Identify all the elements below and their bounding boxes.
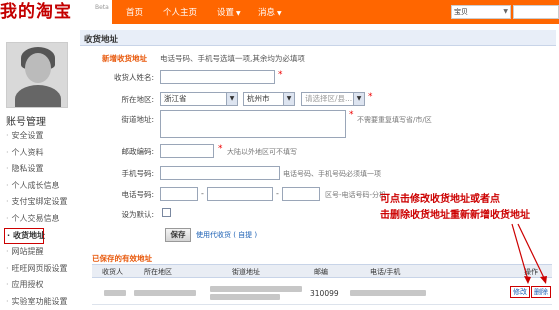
required-mark: *	[368, 92, 373, 102]
section-header: 收货地址	[80, 30, 556, 46]
col-receiver: 收货人	[102, 268, 123, 276]
col-phone: 电话/手机	[370, 268, 401, 276]
sidebar: 账号管理 安全设置 个人资料 隐私设置 个人成长信息 支付宝绑定设置 个人交易信…	[0, 28, 76, 310]
default-checkbox[interactable]	[162, 208, 171, 217]
new-address-hint: 电话号码、手机号选填一项,其余均为必填项	[160, 54, 305, 63]
district-select[interactable]: 请选择区/县... ▼	[301, 92, 365, 106]
col-zip: 邮编	[314, 268, 328, 276]
chevron-down-icon: ▼	[226, 93, 237, 105]
district-placeholder: 请选择区/县...	[305, 94, 353, 103]
required-mark: *	[349, 110, 354, 120]
required-mark: *	[218, 144, 223, 154]
new-address-title: 新增收货地址	[102, 54, 147, 63]
nav-profile[interactable]: 个人主页	[163, 6, 197, 18]
page-title: 收货地址	[84, 35, 119, 45]
chevron-down-icon: ▼	[283, 93, 294, 105]
save-button[interactable]: 保存	[165, 228, 191, 242]
chevron-down-icon: ▼	[236, 10, 241, 17]
annotation-text-line2: 击删除收货地址重新新增收货地址	[380, 210, 530, 221]
sidebar-item-alipay[interactable]: 支付宝绑定设置	[6, 194, 68, 211]
sidebar-item-trade-info[interactable]: 个人交易信息	[6, 211, 68, 228]
avatar[interactable]	[6, 42, 68, 108]
address-table-header: 收货人 所在地区 街道地址 邮编 电话/手机 操作	[92, 264, 552, 278]
street-label: 街道地址:	[121, 115, 154, 124]
city-value: 杭州市	[247, 94, 270, 103]
chevron-down-icon: ▼	[353, 93, 364, 105]
sidebar-item-apps[interactable]: 应用授权	[6, 277, 68, 294]
saved-address-title: 已保存的有效地址	[92, 254, 152, 263]
name-field[interactable]	[160, 70, 275, 84]
phone-dash: -	[201, 189, 204, 198]
redacted-name	[104, 290, 126, 296]
city-select[interactable]: 杭州市 ▼	[243, 92, 295, 106]
chevron-down-icon: ▼	[503, 8, 508, 15]
chevron-down-icon: ▼	[277, 10, 282, 17]
redacted-phone	[350, 290, 426, 296]
sidebar-item-reminders[interactable]: 网站提醒	[6, 244, 68, 261]
edit-button[interactable]: 修改	[510, 286, 530, 298]
redacted-region	[134, 290, 196, 296]
nav-messages[interactable]: 消息 ▼	[258, 6, 282, 18]
row-zip: 310099	[310, 289, 339, 298]
mobile-field[interactable]	[160, 166, 280, 180]
mobile-label: 手机号码:	[121, 169, 154, 178]
redacted-street	[210, 286, 302, 292]
nav-messages-label: 消息	[258, 8, 276, 18]
phone-ext-field[interactable]	[282, 187, 320, 201]
nav-home-label: 首页	[126, 8, 144, 18]
col-street: 街道地址	[232, 268, 260, 276]
zip-hint: 大陆以外地区可不填写	[227, 148, 297, 156]
search-scope-select[interactable]: 宝贝 ▼	[451, 5, 511, 19]
site-logo[interactable]: 我的淘宝	[0, 2, 76, 22]
sidebar-item-privacy[interactable]: 隐私设置	[6, 161, 68, 178]
delete-button[interactable]: 删除	[531, 286, 551, 298]
nav-home[interactable]: 首页	[126, 6, 143, 18]
pickup-link[interactable]: 使用代收货 ( 自提 )	[196, 230, 257, 240]
phone-hint: 区号-电话号码-分机	[325, 191, 387, 199]
sidebar-item-growth[interactable]: 个人成长信息	[6, 178, 68, 195]
sidebar-menu: 安全设置 个人资料 隐私设置 个人成长信息 支付宝绑定设置 个人交易信息 收货地…	[4, 128, 68, 310]
redacted-street	[210, 294, 280, 300]
beta-badge: Beta	[95, 4, 109, 11]
street-hint: 不需要重复填写省/市/区	[357, 116, 432, 124]
annotation-text-line1: 可点击修改收货地址或者点	[380, 194, 500, 205]
default-label: 设为默认:	[121, 210, 154, 219]
sidebar-item-wangwang[interactable]: 旺旺网页版设置	[6, 261, 68, 278]
street-field[interactable]	[160, 110, 346, 138]
required-mark: *	[278, 70, 283, 80]
phone-label: 电话号码:	[121, 190, 154, 199]
col-region: 所在地区	[144, 268, 172, 276]
zip-label: 邮政编码:	[121, 147, 154, 156]
col-action: 操作	[524, 268, 538, 276]
province-select[interactable]: 浙江省 ▼	[160, 92, 238, 106]
sidebar-item-address[interactable]: 收货地址	[4, 227, 45, 245]
sidebar-section-title: 账号管理	[6, 117, 46, 128]
search-scope-label: 宝贝	[454, 8, 468, 16]
name-label: 收货人姓名:	[113, 73, 154, 82]
phone-area-field[interactable]	[160, 187, 198, 201]
zip-field[interactable]	[160, 144, 214, 158]
avatar-body	[15, 85, 61, 107]
phone-dash: -	[276, 189, 279, 198]
search-input[interactable]	[513, 5, 559, 19]
mobile-hint: 电话号码、手机号码必须填一项	[283, 170, 381, 178]
province-value: 浙江省	[164, 94, 187, 103]
nav-settings-label: 设置	[217, 8, 235, 18]
sidebar-item-profile[interactable]: 个人资料	[6, 145, 68, 162]
region-label: 所在地区:	[121, 95, 154, 104]
sidebar-item-lab[interactable]: 实验室功能设置	[6, 294, 68, 310]
nav-settings[interactable]: 设置 ▼	[217, 6, 241, 18]
avatar-face	[25, 53, 51, 83]
phone-number-field[interactable]	[207, 187, 273, 201]
nav-profile-label: 个人主页	[163, 8, 198, 18]
sidebar-item-security[interactable]: 安全设置	[6, 128, 68, 145]
table-row: 310099 修改 删除	[92, 279, 552, 305]
